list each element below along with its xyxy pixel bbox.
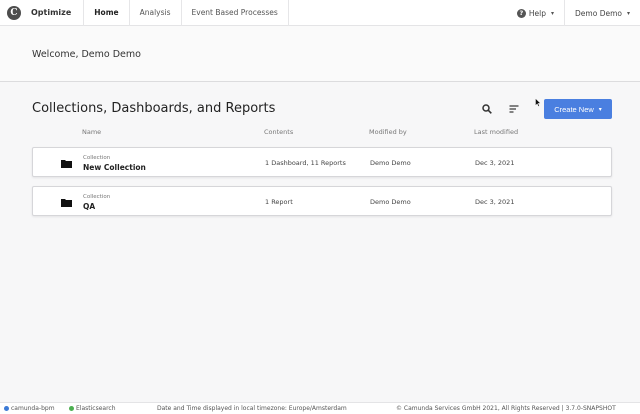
footer: camunda-bpm Elasticsearch Date and Time … bbox=[0, 402, 640, 414]
create-new-label: Create New bbox=[554, 104, 594, 114]
engine-status: camunda-bpm bbox=[4, 405, 55, 412]
help-menu[interactable]: ? Help ▾ bbox=[507, 0, 564, 26]
row-last-modified: Dec 3, 2021 bbox=[475, 159, 515, 167]
camunda-logo-icon[interactable]: C bbox=[7, 5, 21, 20]
chevron-down-icon: ▾ bbox=[626, 9, 630, 17]
help-label: Help bbox=[528, 8, 547, 18]
list-item[interactable]: Collection QA 1 Report Demo Demo Dec 3, … bbox=[32, 186, 612, 216]
top-bar: C Optimize Home Analysis Event Based Pro… bbox=[0, 0, 640, 26]
row-contents: 1 Report bbox=[265, 198, 293, 206]
folder-icon bbox=[61, 160, 72, 168]
search-status-dot bbox=[69, 406, 74, 411]
engine-status-dot bbox=[4, 406, 9, 411]
chevron-down-icon: ▾ bbox=[551, 9, 555, 17]
nav-analysis[interactable]: Analysis bbox=[128, 0, 181, 26]
row-contents: 1 Dashboard, 11 Reports bbox=[265, 159, 346, 167]
row-modified-by: Demo Demo bbox=[370, 159, 411, 167]
welcome-text: Welcome, Demo Demo bbox=[32, 49, 141, 60]
row-name: New Collection bbox=[83, 163, 146, 172]
engine-label: camunda-bpm bbox=[11, 405, 55, 412]
row-type: Collection bbox=[83, 155, 111, 161]
column-header-contents[interactable]: Contents bbox=[264, 128, 293, 136]
list-item[interactable]: Collection New Collection 1 Dashboard, 1… bbox=[32, 147, 612, 177]
row-last-modified: Dec 3, 2021 bbox=[475, 198, 515, 206]
welcome-banner: Welcome, Demo Demo bbox=[0, 26, 640, 82]
search-label: Elasticsearch bbox=[76, 405, 116, 412]
row-modified-by: Demo Demo bbox=[370, 198, 411, 206]
nav-home[interactable]: Home bbox=[83, 0, 128, 26]
nav-event-based-processes[interactable]: Event Based Processes bbox=[180, 0, 289, 26]
page-title: Collections, Dashboards, and Reports bbox=[32, 101, 276, 116]
app-name[interactable]: Optimize bbox=[31, 8, 71, 17]
sort-icon[interactable] bbox=[509, 104, 519, 114]
copyright: © Camunda Services GmbH 2021, All Rights… bbox=[396, 405, 616, 412]
search-icon[interactable] bbox=[482, 104, 492, 114]
column-header-modified-by[interactable]: Modified by bbox=[369, 128, 407, 136]
row-type: Collection bbox=[83, 194, 111, 200]
chevron-down-icon: ▾ bbox=[598, 106, 602, 113]
create-new-button[interactable]: Create New ▾ bbox=[544, 99, 612, 119]
help-icon: ? bbox=[516, 8, 526, 18]
search-status: Elasticsearch bbox=[69, 405, 116, 412]
folder-icon bbox=[61, 199, 72, 207]
column-header-name[interactable]: Name bbox=[82, 128, 101, 136]
row-name: QA bbox=[83, 202, 96, 211]
user-label: Demo Demo bbox=[575, 8, 622, 18]
cursor-icon bbox=[535, 98, 541, 107]
user-menu[interactable]: Demo Demo ▾ bbox=[564, 0, 640, 26]
timezone-note: Date and Time displayed in local timezon… bbox=[157, 405, 347, 412]
column-header-last-modified[interactable]: Last modified bbox=[474, 128, 518, 136]
